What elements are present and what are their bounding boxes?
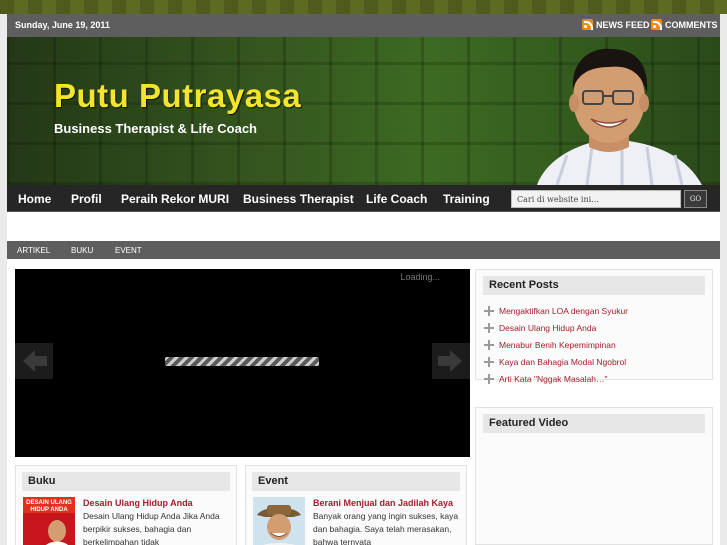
search-input[interactable] — [511, 190, 681, 208]
site-title[interactable]: Putu Putrayasa — [54, 77, 301, 115]
page-container: Sunday, June 19, 2011 NEWS FEED COMMENTS… — [7, 14, 720, 545]
slider-next-icon[interactable] — [432, 343, 470, 379]
recent-post-item[interactable]: Desain Ulang Hidup Anda — [484, 319, 705, 336]
search-button[interactable]: GO — [684, 190, 707, 208]
main-nav: Home Profil Peraih Rekor MURI Business T… — [7, 185, 720, 212]
recent-post-item[interactable]: Arti Kata "Nggak Masalah…" — [484, 370, 705, 387]
event-title: Event — [252, 472, 460, 491]
svg-text:HIDUP ANDA: HIDUP ANDA — [30, 507, 68, 513]
plus-icon — [484, 339, 494, 350]
subnav-event[interactable]: EVENT — [115, 246, 142, 255]
nav-business-therapist[interactable]: Business Therapist — [243, 192, 354, 206]
comments-feed-link[interactable]: COMMENTS — [651, 19, 718, 30]
event-item-title[interactable]: Berani Menjual dan Jadilah Kaya — [313, 498, 453, 508]
recent-post-link[interactable]: Desain Ulang Hidup Anda — [499, 323, 596, 333]
buku-item-title[interactable]: Desain Ulang Hidup Anda — [83, 498, 193, 508]
rss-icon — [582, 19, 593, 30]
news-feed-link[interactable]: NEWS FEED — [582, 19, 650, 30]
plus-icon — [484, 373, 494, 384]
featured-video-title: Featured Video — [483, 414, 705, 433]
recent-posts-title: Recent Posts — [483, 276, 705, 295]
header-banner[interactable]: Putu Putrayasa Business Therapist & Life… — [7, 37, 720, 185]
top-decorative-strip — [0, 0, 727, 14]
subnav-buku[interactable]: BUKU — [71, 246, 93, 255]
recent-post-link[interactable]: Kaya dan Bahagia Modal Ngobrol — [499, 357, 626, 367]
plus-icon — [484, 356, 494, 367]
buku-item-text: Desain Ulang Hidup Anda Jika Anda berpik… — [83, 511, 220, 545]
comments-feed-label: COMMENTS — [665, 19, 718, 30]
recent-posts-list: Mengaktifkan LOA dengan Syukur Desain Ul… — [476, 295, 712, 387]
plus-icon — [484, 322, 494, 333]
subnav-artikel[interactable]: ARTIKEL — [17, 246, 50, 255]
event-widget: Event Berani Menjual dan Jadilah Kaya Ba… — [245, 465, 467, 545]
portrait-photo — [537, 48, 702, 185]
buku-title: Buku — [22, 472, 230, 491]
svg-text:DESAIN ULANG: DESAIN ULANG — [26, 500, 72, 506]
recent-post-link[interactable]: Mengaktifkan LOA dengan Syukur — [499, 306, 628, 316]
recent-post-link[interactable]: Arti Kata "Nggak Masalah…" — [499, 374, 608, 384]
top-bar: Sunday, June 19, 2011 NEWS FEED COMMENTS — [7, 14, 720, 37]
news-feed-label: NEWS FEED — [596, 19, 650, 30]
loading-bar — [165, 357, 319, 366]
event-item-text: Banyak orang yang ingin sukses, kaya dan… — [313, 511, 459, 545]
nav-home[interactable]: Home — [18, 192, 51, 206]
event-photo[interactable] — [253, 497, 305, 545]
recent-post-item[interactable]: Menabur Benih Kepemimpinan — [484, 336, 705, 353]
nav-profil[interactable]: Profil — [71, 192, 102, 206]
buku-widget: Buku DESAIN ULANG HIDUP ANDA Desain Ulan… — [15, 465, 237, 545]
site-tagline: Business Therapist & Life Coach — [54, 121, 257, 136]
recent-posts-widget: Recent Posts Mengaktifkan LOA dengan Syu… — [475, 269, 713, 384]
nav-training[interactable]: Training — [443, 192, 490, 206]
featured-slider[interactable]: Loading... — [15, 269, 470, 457]
current-date: Sunday, June 19, 2011 — [15, 20, 110, 30]
recent-post-item[interactable]: Mengaktifkan LOA dengan Syukur — [484, 302, 705, 319]
slider-loading-text: Loading... — [400, 272, 440, 282]
featured-video-widget: Featured Video — [475, 407, 713, 545]
sub-nav: ARTIKEL BUKU EVENT — [7, 241, 720, 259]
recent-post-item[interactable]: Kaya dan Bahagia Modal Ngobrol — [484, 353, 705, 370]
nav-peraih-rekor-muri[interactable]: Peraih Rekor MURI — [121, 192, 229, 206]
nav-life-coach[interactable]: Life Coach — [366, 192, 427, 206]
plus-icon — [484, 305, 494, 316]
book-cover-image[interactable]: DESAIN ULANG HIDUP ANDA — [23, 497, 75, 545]
rss-icon — [651, 19, 662, 30]
slider-prev-icon[interactable] — [15, 343, 53, 379]
recent-post-link[interactable]: Menabur Benih Kepemimpinan — [499, 340, 616, 350]
